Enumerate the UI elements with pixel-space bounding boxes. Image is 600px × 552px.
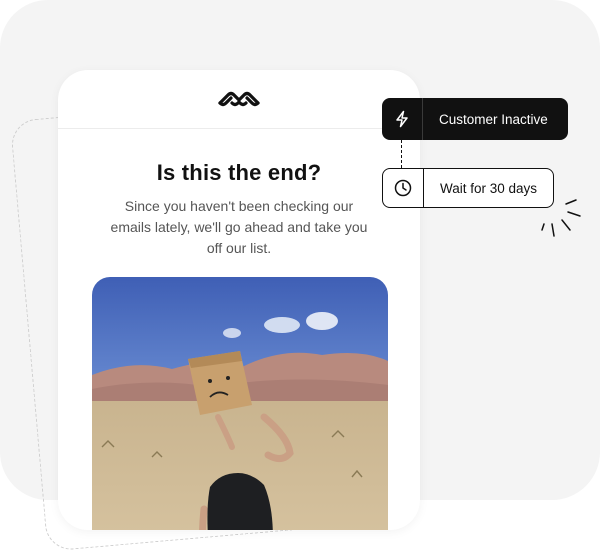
email-hero-image	[92, 277, 388, 530]
sparkle-decoration-icon	[536, 192, 584, 245]
wait-node-label: Wait for 30 days	[440, 180, 538, 196]
email-body-text: Since you haven't been checking our emai…	[110, 198, 368, 256]
workflow-connector	[401, 140, 402, 168]
clock-icon	[383, 169, 424, 207]
email-header	[58, 70, 420, 129]
email-headline: Is this the end?	[156, 160, 322, 185]
trigger-node-label: Customer Inactive	[439, 111, 548, 127]
trigger-node-customer-inactive[interactable]: Customer Inactive	[382, 98, 568, 140]
brand-logo-icon	[216, 88, 262, 110]
wait-node-30-days[interactable]: Wait for 30 days	[382, 168, 554, 208]
email-preview-card: Is this the end? Since you haven't been …	[58, 70, 420, 530]
lightning-icon	[382, 98, 423, 140]
